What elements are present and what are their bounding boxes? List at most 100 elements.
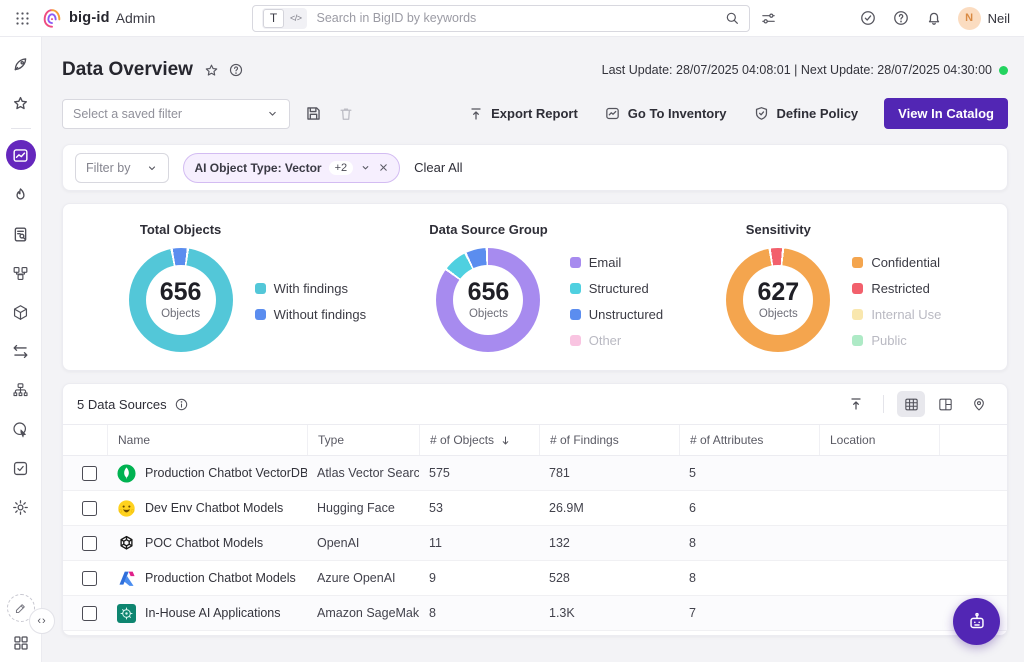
- page-help-icon[interactable]: [228, 62, 244, 78]
- column-header[interactable]: [939, 425, 1007, 455]
- legend-item[interactable]: Public: [852, 333, 941, 348]
- notifications-bell-icon[interactable]: [925, 9, 943, 27]
- define-policy-button[interactable]: Define Policy: [753, 105, 859, 122]
- donut-chart[interactable]: 656 Objects: [129, 248, 233, 352]
- panel-view-icon[interactable]: [931, 391, 959, 417]
- waffle-menu-icon[interactable]: [14, 10, 31, 27]
- favorite-star-icon[interactable]: [203, 62, 220, 79]
- go-to-inventory-button[interactable]: Go To Inventory: [604, 105, 727, 122]
- legend-item[interactable]: Internal Use: [852, 307, 941, 322]
- chart-group-2: Sensitivity 627 Objects Confidential Res…: [726, 222, 941, 352]
- ai-assistant-fab[interactable]: [953, 598, 1000, 645]
- donut-chart[interactable]: 656 Objects: [436, 248, 540, 352]
- row-checkbox[interactable]: [82, 571, 97, 586]
- legend-swatch: [570, 335, 581, 346]
- cell-name[interactable]: Dev Env Chatbot Models: [107, 499, 307, 518]
- donut-chart[interactable]: 627 Objects: [726, 248, 830, 352]
- brand-suffix: Admin: [116, 10, 156, 26]
- chip-close-icon[interactable]: [378, 162, 389, 173]
- legend-item[interactable]: With findings: [255, 281, 367, 296]
- cursor-circle-icon: [11, 420, 30, 439]
- table-row[interactable]: Production Chatbot VectorDB Atlas Vector…: [63, 456, 1007, 491]
- table-view-icon[interactable]: [897, 391, 925, 417]
- table-row[interactable]: Production Chatbot Models Azure OpenAI 9…: [63, 561, 1007, 596]
- legend-item[interactable]: Without findings: [255, 307, 367, 322]
- sidebar-item-favorites[interactable]: [7, 89, 35, 117]
- chevron-down-icon[interactable]: [360, 162, 371, 173]
- column-header[interactable]: # of Findings: [539, 425, 679, 455]
- gear-icon: [11, 498, 30, 517]
- legend-item[interactable]: Structured: [570, 281, 663, 296]
- user-menu[interactable]: N Neil: [958, 7, 1010, 30]
- info-icon[interactable]: [174, 397, 189, 412]
- sidebar-item-hotspots[interactable]: [7, 181, 35, 209]
- check-square-icon: [11, 459, 30, 478]
- sort-desc-icon[interactable]: [499, 434, 512, 447]
- chart-group-1: Data Source Group 656 Objects Email Stru…: [429, 222, 663, 352]
- column-header[interactable]: Name: [107, 425, 307, 455]
- saved-filter-select[interactable]: Select a saved filter: [62, 99, 290, 129]
- filter-bar: Filter by AI Object Type: Vector +2 Clea…: [62, 144, 1008, 191]
- filter-chip-ai-object-type[interactable]: AI Object Type: Vector +2: [183, 153, 400, 183]
- legend-item[interactable]: Email: [570, 255, 663, 270]
- search-input[interactable]: [315, 10, 716, 26]
- chevron-down-icon: [146, 162, 158, 174]
- row-checkbox[interactable]: [82, 536, 97, 551]
- help-icon[interactable]: [892, 9, 910, 27]
- row-checkbox[interactable]: [82, 466, 97, 481]
- view-in-catalog-button[interactable]: View In Catalog: [884, 98, 1008, 129]
- global-search[interactable]: T </>: [252, 5, 750, 32]
- legend-swatch: [255, 309, 266, 320]
- row-checkbox[interactable]: [82, 606, 97, 621]
- page-title: Data Overview: [62, 59, 193, 81]
- cell-name[interactable]: In-House AI Applications: [107, 604, 307, 623]
- sidebar-item-data-flows[interactable]: [7, 337, 35, 365]
- cell-findings: 26.9M: [539, 501, 679, 515]
- sidebar-item-tasks[interactable]: [7, 454, 35, 482]
- map-view-icon[interactable]: [965, 391, 993, 417]
- sidebar-item-settings[interactable]: [7, 493, 35, 521]
- sidebar-item-data-rights[interactable]: [7, 415, 35, 443]
- legend-swatch: [852, 283, 863, 294]
- donut-center-label: Objects: [759, 308, 798, 320]
- cell-name[interactable]: Production Chatbot Models: [107, 569, 307, 588]
- chart-title: Sensitivity: [746, 222, 811, 237]
- sidebar-item-getting-started[interactable]: [7, 50, 35, 78]
- sidebar-item-classification[interactable]: [7, 259, 35, 287]
- clear-all-filters[interactable]: Clear All: [414, 160, 462, 175]
- sidebar-item-data-overview[interactable]: [6, 140, 36, 170]
- sidebar-item-reports[interactable]: [7, 220, 35, 248]
- filter-by-select[interactable]: Filter by: [75, 153, 169, 183]
- legend-item[interactable]: Other: [570, 333, 663, 348]
- hierarchy-icon: [11, 381, 30, 400]
- sidebar-item-inventory[interactable]: [7, 298, 35, 326]
- donut-center-value: 627: [757, 280, 799, 305]
- sidebar-item-orchestration[interactable]: [7, 376, 35, 404]
- save-filter-icon[interactable]: [304, 104, 323, 123]
- export-report-button[interactable]: Export Report: [468, 106, 578, 122]
- apps-grid-icon[interactable]: [12, 634, 30, 652]
- cell-objects: 53: [419, 501, 539, 515]
- cell-name[interactable]: POC Chatbot Models: [107, 534, 307, 553]
- row-checkbox[interactable]: [82, 501, 97, 516]
- legend-item[interactable]: Unstructured: [570, 307, 663, 322]
- table-row[interactable]: In-House AI Applications Amazon SageMak.…: [63, 596, 1007, 631]
- legend-item[interactable]: Restricted: [852, 281, 941, 296]
- table-export-icon[interactable]: [842, 391, 870, 417]
- column-header[interactable]: Type: [307, 425, 419, 455]
- column-header[interactable]: # of Attributes: [679, 425, 819, 455]
- cell-findings: 781: [539, 466, 679, 480]
- legend-item[interactable]: Confidential: [852, 255, 941, 270]
- column-header[interactable]: # of Objects: [419, 425, 539, 455]
- cell-name[interactable]: Production Chatbot VectorDB: [107, 464, 307, 483]
- search-icon[interactable]: [724, 10, 740, 26]
- query-search-toggle[interactable]: </>: [286, 13, 306, 23]
- sidebar-collapse-toggle[interactable]: ‹›: [29, 608, 55, 634]
- delete-filter-icon[interactable]: [337, 105, 355, 123]
- system-health-icon[interactable]: [859, 9, 877, 27]
- column-header[interactable]: Location: [819, 425, 939, 455]
- table-row[interactable]: Dev Env Chatbot Models Hugging Face 53 2…: [63, 491, 1007, 526]
- table-row[interactable]: POC Chatbot Models OpenAI 11 132 8: [63, 526, 1007, 561]
- search-filters-icon[interactable]: [760, 10, 777, 27]
- text-search-toggle[interactable]: T: [263, 9, 284, 28]
